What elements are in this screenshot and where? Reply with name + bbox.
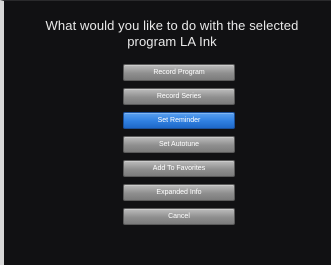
dialog-prompt: What would you like to do with the selec… xyxy=(22,18,322,50)
expanded-info-button[interactable]: Expanded Info xyxy=(123,184,235,201)
action-menu: Record Program Record Series Set Reminde… xyxy=(123,64,235,232)
add-to-favorites-button[interactable]: Add To Favorites xyxy=(123,160,235,177)
prompt-line-1: What would you like to do with the selec… xyxy=(45,18,299,33)
action-dialog: What would you like to do with the selec… xyxy=(0,0,331,265)
prompt-line-2: program LA Ink xyxy=(127,34,217,49)
cancel-button[interactable]: Cancel xyxy=(123,208,235,225)
set-autotune-button[interactable]: Set Autotune xyxy=(123,136,235,153)
set-reminder-button[interactable]: Set Reminder xyxy=(123,112,235,129)
record-series-button[interactable]: Record Series xyxy=(123,88,235,105)
record-program-button[interactable]: Record Program xyxy=(123,64,235,81)
